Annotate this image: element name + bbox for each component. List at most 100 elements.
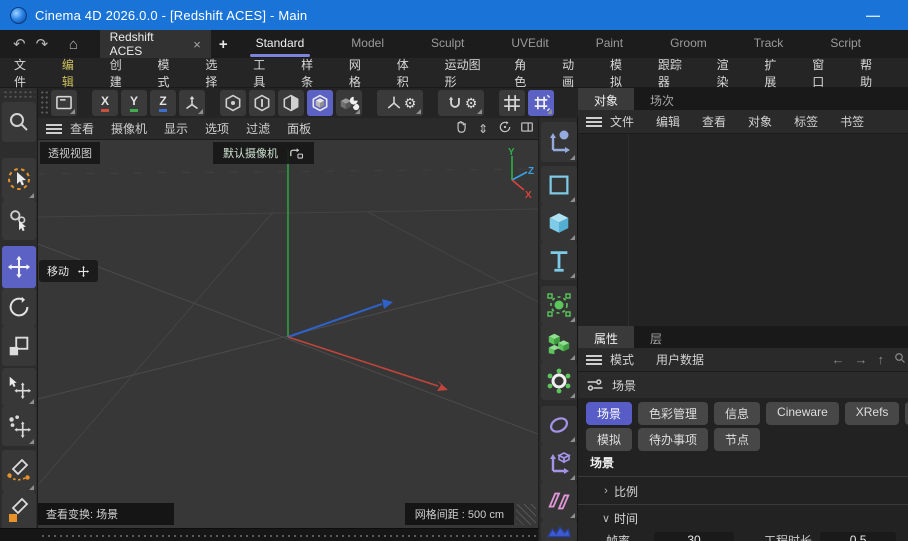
object-manager-menu-icon[interactable] bbox=[586, 117, 602, 127]
search-icon[interactable] bbox=[894, 352, 906, 367]
toggle-panel-icon[interactable] bbox=[516, 120, 538, 137]
tab-layers[interactable]: 层 bbox=[634, 326, 678, 348]
menu-edit[interactable]: 编辑 bbox=[62, 56, 84, 90]
camera-swap-icon[interactable] bbox=[288, 147, 304, 160]
menu-animate[interactable]: 动画 bbox=[562, 56, 584, 90]
cube-primitive-icon[interactable] bbox=[541, 204, 577, 242]
chevron-down-icon[interactable]: ∨ bbox=[598, 512, 614, 525]
spline-primitive-icon[interactable] bbox=[541, 166, 577, 204]
viewport-menu-display[interactable]: 显示 bbox=[164, 120, 188, 137]
category-nodes[interactable]: 节点 bbox=[714, 428, 760, 451]
motext-icon[interactable] bbox=[541, 242, 577, 280]
menu-extensions[interactable]: 扩展 bbox=[764, 56, 786, 90]
texture-mode-icon[interactable] bbox=[336, 90, 362, 116]
menu-volume[interactable]: 体积 bbox=[397, 56, 419, 90]
multi-move-tool-icon[interactable] bbox=[2, 406, 36, 446]
instance-axis-icon[interactable] bbox=[541, 444, 577, 482]
perspective-viewport[interactable]: 透视视图 默认摄像机 Y Z X 移动 查看变换: 场景 网格间距 : 500 … bbox=[38, 140, 538, 528]
menu-create[interactable]: 创建 bbox=[110, 56, 132, 90]
menu-tools[interactable]: 工具 bbox=[253, 56, 275, 90]
dolly-icon[interactable]: ⇕ bbox=[472, 122, 494, 136]
simulation-scene-icon[interactable] bbox=[541, 362, 577, 400]
category-scene[interactable]: 场景 bbox=[586, 402, 632, 425]
redo-icon[interactable]: ↷ bbox=[31, 35, 54, 53]
deformer-icon[interactable] bbox=[541, 406, 577, 444]
am-menu-userdata[interactable]: 用户数据 bbox=[656, 351, 704, 368]
om-menu-file[interactable]: 文件 bbox=[610, 113, 634, 130]
camera-label[interactable]: 默认摄像机 bbox=[213, 142, 314, 164]
spline-pen-tool-icon[interactable] bbox=[2, 450, 36, 492]
tab-objects[interactable]: 对象 bbox=[578, 88, 634, 110]
layout-tab-paint[interactable]: Paint bbox=[596, 31, 623, 57]
am-menu-mode[interactable]: 模式 bbox=[610, 351, 634, 368]
document-tab[interactable]: Redshift ACES × bbox=[100, 30, 211, 58]
layout-tab-model[interactable]: Model bbox=[351, 31, 384, 57]
palette-grip[interactable] bbox=[3, 90, 35, 99]
viewport-resize-grip[interactable] bbox=[516, 504, 536, 525]
lock-y-axis-button[interactable]: Y bbox=[121, 90, 147, 116]
symmetry-icon[interactable] bbox=[541, 482, 577, 520]
model-mode-icon[interactable] bbox=[307, 90, 333, 116]
landscape-primitive-icon[interactable] bbox=[541, 520, 577, 541]
menu-tracker[interactable]: 跟踪器 bbox=[658, 56, 691, 90]
om-menu-tags[interactable]: 标签 bbox=[794, 113, 818, 130]
layout-tab-uvedit[interactable]: UVEdit bbox=[511, 31, 548, 57]
om-menu-objects[interactable]: 对象 bbox=[748, 113, 772, 130]
viewport-menu-camera[interactable]: 摄像机 bbox=[111, 120, 147, 137]
menu-mode[interactable]: 模式 bbox=[158, 56, 180, 90]
pan-hand-icon[interactable] bbox=[450, 120, 472, 137]
snap-grid-icon[interactable] bbox=[528, 90, 554, 116]
viewport-menu-icon[interactable] bbox=[46, 124, 62, 134]
coordinate-system-icon[interactable] bbox=[179, 90, 205, 116]
layout-tab-sculpt[interactable]: Sculpt bbox=[431, 31, 464, 57]
new-document-button[interactable]: + bbox=[219, 36, 228, 53]
view-name-label[interactable]: 透视视图 bbox=[40, 142, 100, 164]
viewport-menu-filter[interactable]: 过滤 bbox=[246, 120, 270, 137]
om-menu-view[interactable]: 查看 bbox=[702, 113, 726, 130]
live-selection-tool-icon[interactable] bbox=[2, 158, 36, 200]
menu-select[interactable]: 选择 bbox=[205, 56, 227, 90]
snap-settings-button[interactable]: ⚙ bbox=[438, 90, 484, 116]
menu-help[interactable]: 帮助 bbox=[860, 56, 882, 90]
tab-attributes[interactable]: 属性 bbox=[578, 326, 634, 348]
layout-tab-track[interactable]: Track bbox=[754, 31, 784, 57]
menu-render[interactable]: 渲染 bbox=[717, 56, 739, 90]
category-todo[interactable]: 待办事项 bbox=[638, 428, 708, 451]
selection-move-tool-icon[interactable] bbox=[2, 368, 36, 406]
attribute-manager-menu-icon[interactable] bbox=[586, 355, 602, 365]
rotate-tool-icon[interactable] bbox=[2, 288, 36, 326]
selected-object-row[interactable]: 场景 bbox=[578, 372, 908, 398]
field-generator-icon[interactable] bbox=[541, 286, 577, 324]
up-icon[interactable]: ↑ bbox=[878, 352, 885, 367]
viewport-menu-panel[interactable]: 面板 bbox=[287, 120, 311, 137]
workplane-grid-icon[interactable] bbox=[499, 90, 525, 116]
polygons-mode-icon[interactable] bbox=[278, 90, 304, 116]
tweak-tool-icon[interactable] bbox=[2, 200, 36, 240]
duration-input[interactable]: 0.5 bbox=[820, 532, 896, 541]
toolbar-grip[interactable] bbox=[40, 90, 49, 116]
home-icon[interactable]: ⌂ bbox=[61, 36, 85, 53]
om-menu-edit[interactable]: 编辑 bbox=[656, 113, 680, 130]
modeling-axis-settings-button[interactable]: ⚙ bbox=[377, 90, 423, 116]
layout-tab-standard[interactable]: Standard bbox=[256, 31, 305, 57]
close-icon[interactable]: × bbox=[193, 37, 201, 52]
menu-file[interactable]: 文件 bbox=[14, 56, 36, 90]
category-cineware[interactable]: Cineware bbox=[766, 402, 839, 425]
undo-icon[interactable]: ↶ bbox=[8, 35, 31, 53]
move-tool-icon[interactable] bbox=[2, 246, 36, 288]
menu-spline[interactable]: 样条 bbox=[301, 56, 323, 90]
orbit-icon[interactable] bbox=[494, 120, 516, 137]
tab-takes[interactable]: 场次 bbox=[634, 88, 690, 110]
category-xrefs[interactable]: XRefs bbox=[845, 402, 900, 425]
points-mode-icon[interactable] bbox=[220, 90, 246, 116]
workplane-icon[interactable] bbox=[51, 90, 77, 116]
group-scale[interactable]: › 比例 bbox=[578, 480, 908, 502]
zoom-tool-icon[interactable] bbox=[2, 102, 36, 142]
forward-icon[interactable]: → bbox=[855, 352, 868, 367]
lock-z-axis-button[interactable]: Z bbox=[150, 90, 176, 116]
chevron-right-icon[interactable]: › bbox=[598, 485, 614, 497]
category-color-management[interactable]: 色彩管理 bbox=[638, 402, 708, 425]
category-simulation[interactable]: 模拟 bbox=[586, 428, 632, 451]
menu-window[interactable]: 窗口 bbox=[812, 56, 834, 90]
menu-character[interactable]: 角色 bbox=[514, 56, 536, 90]
